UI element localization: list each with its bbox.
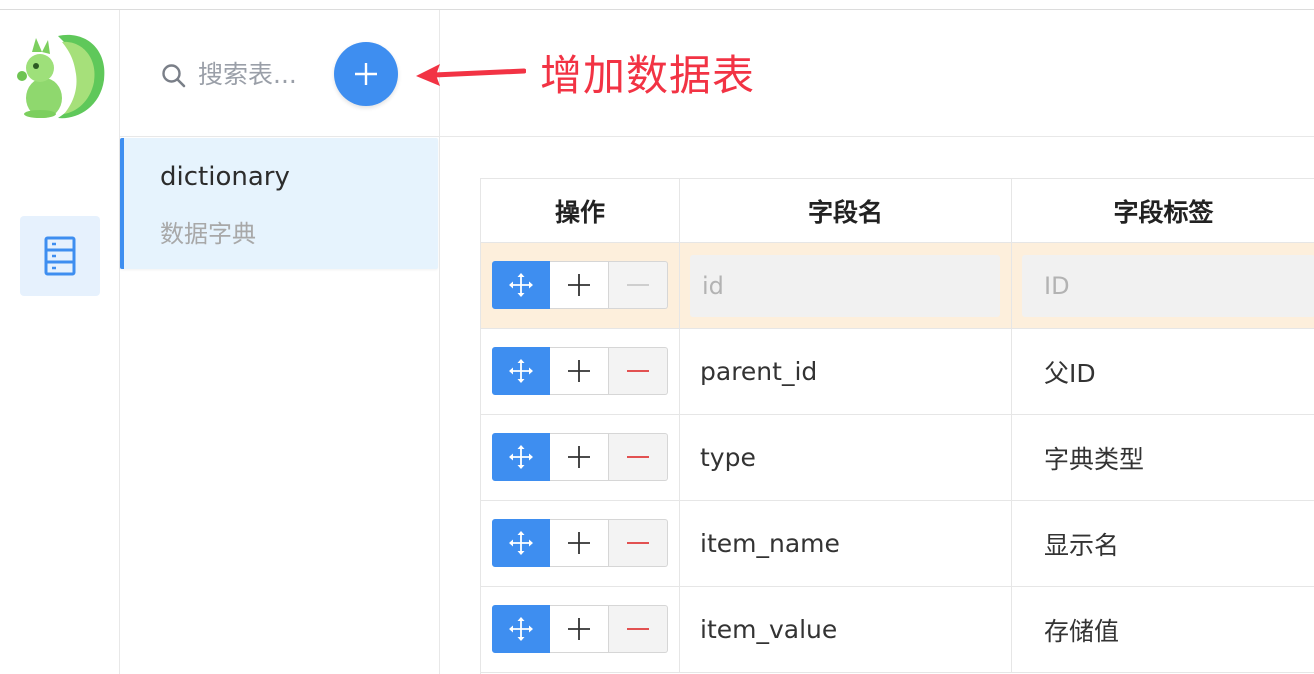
column-header-field-name: 字段名 xyxy=(680,179,1012,242)
field-label: 显示名 xyxy=(1044,530,1120,560)
icon-rail xyxy=(0,10,120,674)
table-name: dictionary xyxy=(160,162,290,192)
field-label: 存储值 xyxy=(1044,616,1120,646)
field-name: item_name xyxy=(700,529,840,558)
delete-field-button[interactable] xyxy=(609,261,668,309)
move-button[interactable] xyxy=(492,605,550,653)
field-name: parent_id xyxy=(700,357,818,386)
move-icon xyxy=(509,445,533,469)
plus-icon xyxy=(568,360,590,382)
operation-buttons xyxy=(492,433,668,481)
minus-icon xyxy=(627,370,649,372)
field-label-cell: 存储值 xyxy=(1012,587,1314,672)
move-button[interactable] xyxy=(492,347,550,395)
delete-field-button[interactable] xyxy=(609,519,668,567)
minus-icon xyxy=(627,628,649,630)
sidebar-item-tables[interactable] xyxy=(20,216,100,296)
field-name: item_value xyxy=(700,615,838,644)
search-icon xyxy=(162,64,186,88)
plus-icon xyxy=(568,618,590,640)
table-row[interactable] xyxy=(481,243,1314,329)
table-list-item-dictionary[interactable]: dictionary 数据字典 xyxy=(120,138,438,269)
table-row[interactable]: item_name 显示名 xyxy=(481,501,1314,587)
delete-field-button[interactable] xyxy=(609,433,668,481)
field-name-cell: type xyxy=(680,415,1012,500)
table-description: 数据字典 xyxy=(160,220,256,248)
delete-field-button[interactable] xyxy=(609,347,668,395)
field-name-cell: item_name xyxy=(680,501,1012,586)
operation-buttons xyxy=(492,347,668,395)
fields-table: 操作 字段名 字段标签 id ID parent_id 父ID type 字典类… xyxy=(480,178,1314,674)
field-label-cell: 父ID xyxy=(1012,329,1314,414)
row-operations xyxy=(481,501,680,586)
row-operations xyxy=(481,415,680,500)
main-header xyxy=(440,10,1314,137)
column-header-operations: 操作 xyxy=(481,179,680,242)
plus-icon xyxy=(568,274,590,296)
plus-icon xyxy=(355,63,377,85)
field-label-input[interactable] xyxy=(1022,255,1314,317)
table-header-row: 操作 字段名 字段标签 xyxy=(481,179,1314,243)
operation-buttons xyxy=(492,519,668,567)
row-operations xyxy=(481,329,680,414)
plus-icon xyxy=(568,532,590,554)
minus-icon xyxy=(627,542,649,544)
minus-icon xyxy=(627,284,649,286)
window-top-border xyxy=(0,0,1314,10)
insert-field-button[interactable] xyxy=(550,347,609,395)
row-operations xyxy=(481,243,680,328)
move-button[interactable] xyxy=(492,433,550,481)
field-label-cell: 字典类型 xyxy=(1012,415,1314,500)
field-label: 父ID xyxy=(1044,358,1096,388)
insert-field-button[interactable] xyxy=(550,605,609,653)
move-button[interactable] xyxy=(492,519,550,567)
field-name-input[interactable] xyxy=(690,255,1000,317)
operation-buttons xyxy=(492,261,668,309)
plus-icon xyxy=(568,446,590,468)
field-name-cell xyxy=(680,243,1012,328)
delete-field-button[interactable] xyxy=(609,605,668,653)
minus-icon xyxy=(627,456,649,458)
move-icon xyxy=(509,359,533,383)
insert-field-button[interactable] xyxy=(550,433,609,481)
insert-field-button[interactable] xyxy=(550,519,609,567)
table-list-header xyxy=(120,10,439,137)
table-row[interactable]: parent_id 父ID xyxy=(481,329,1314,415)
table-list-panel: dictionary 数据字典 xyxy=(120,10,440,674)
row-operations xyxy=(481,587,680,672)
table-row[interactable]: type 字典类型 xyxy=(481,415,1314,501)
move-icon xyxy=(509,273,533,297)
move-button[interactable] xyxy=(492,261,550,309)
squirrel-logo-icon xyxy=(12,28,108,122)
field-label-cell: 显示名 xyxy=(1012,501,1314,586)
insert-field-button[interactable] xyxy=(550,261,609,309)
table-row[interactable]: item_value 存储值 xyxy=(481,587,1314,673)
move-icon xyxy=(509,617,533,641)
field-name-cell: item_value xyxy=(680,587,1012,672)
database-table-icon xyxy=(44,236,76,276)
move-icon xyxy=(509,531,533,555)
search-input[interactable] xyxy=(198,54,316,94)
field-name: type xyxy=(700,443,756,472)
field-name-cell: parent_id xyxy=(680,329,1012,414)
add-table-button[interactable] xyxy=(334,42,398,106)
column-header-field-label: 字段标签 xyxy=(1113,197,1214,227)
operation-buttons xyxy=(492,605,668,653)
field-label-cell xyxy=(1012,243,1314,328)
field-label: 字典类型 xyxy=(1044,444,1145,474)
